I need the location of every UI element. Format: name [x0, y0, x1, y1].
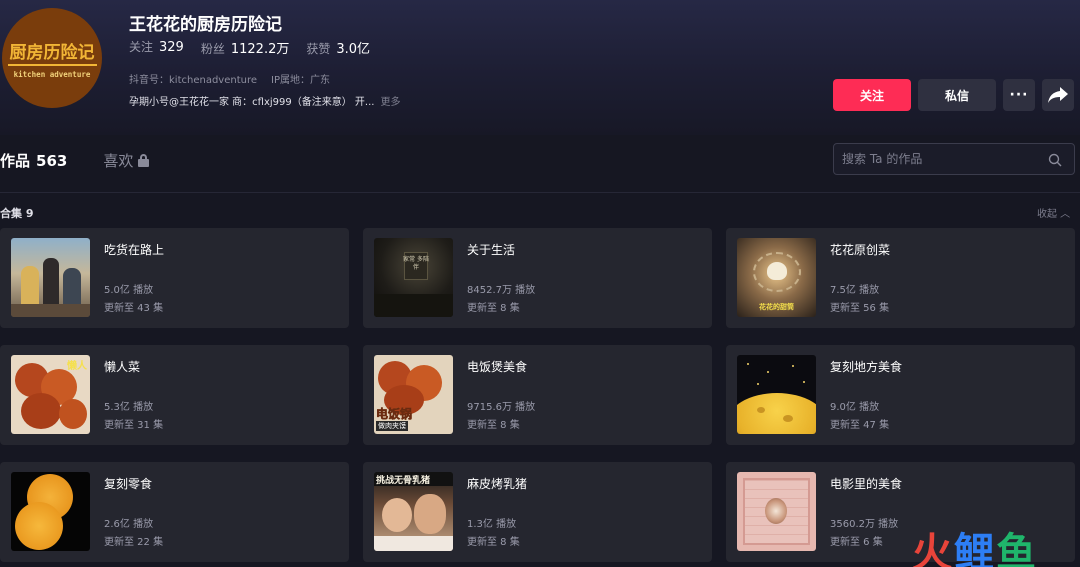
search-box[interactable] — [833, 143, 1075, 175]
profile-name: 王花花的厨房历险记 — [129, 15, 282, 35]
collapse-button[interactable]: 收起 ︿ — [1037, 205, 1070, 220]
tab-works-label: 作品 — [0, 152, 31, 170]
avatar[interactable]: 厨房历险记 kitchen adventure — [2, 8, 102, 108]
avatar-logo-subtext: kitchen adventure — [13, 69, 91, 79]
collection-episodes: 更新至 31 集 — [104, 420, 164, 431]
thumbnail-text: 做肉夹馍 — [376, 421, 408, 431]
stat-value: 1122.2万 — [230, 42, 290, 57]
stat-label: 粉丝 — [200, 42, 225, 56]
collections-header: 合集 9 — [0, 207, 34, 220]
collection-plays: 1.3亿 播放 — [467, 519, 517, 530]
collection-title: 电饭煲美食 — [467, 360, 528, 374]
collection-card[interactable]: 家常 多陪伴 关于生活 8452.7万 播放 更新至 8 集 — [363, 228, 712, 328]
collection-episodes: 更新至 22 集 — [104, 537, 164, 548]
collection-plays: 9715.6万 播放 — [467, 402, 536, 413]
watermark-char: 火 — [912, 530, 954, 567]
collapse-label: 收起 — [1037, 209, 1057, 220]
stat-label: 获赞 — [306, 42, 331, 56]
more-options-button[interactable]: ··· — [1003, 79, 1035, 111]
thumbnail-text: 挑战无骨乳猪 — [376, 476, 431, 486]
watermark-logo: 火鲤鱼 — [912, 520, 1038, 567]
stat-value: 3.0亿 — [336, 42, 371, 57]
watermark-char: 鲤 — [954, 530, 996, 567]
collection-card[interactable]: 复刻地方美食 9.0亿 播放 更新至 47 集 — [726, 345, 1075, 445]
collection-thumbnail: 家常 多陪伴 — [374, 238, 453, 317]
stat-label: 关注 — [129, 40, 154, 54]
douyin-id: 抖音号：kitchenadventure — [129, 75, 258, 86]
profile-stats: 关注 329 粉丝 1122.2万 获赞 3.0亿 — [129, 38, 387, 57]
profile-meta: 抖音号：kitchenadventure IP属地：广东 — [129, 71, 344, 86]
collection-card[interactable]: 复刻零食 2.6亿 播放 更新至 22 集 — [0, 462, 349, 562]
search-icon[interactable] — [1048, 153, 1062, 167]
collection-episodes: 更新至 8 集 — [467, 420, 520, 431]
thumbnail-text: 懒人 — [67, 361, 87, 372]
lock-icon — [138, 154, 150, 167]
collection-thumbnail — [11, 472, 90, 551]
thumbnail-text: 家常 多陪伴 — [403, 256, 429, 271]
chevron-up-icon: ︿ — [1057, 209, 1071, 220]
collections-grid: 吃货在路上 5.0亿 播放 更新至 43 集 家常 多陪伴 关于生活 8452.… — [0, 228, 1075, 562]
collection-episodes: 更新至 6 集 — [830, 537, 883, 548]
collection-title: 麻皮烤乳猪 — [467, 477, 528, 491]
bio-text: 孕期小号@王花花一家 商：cflxj999（备注来意） 开... — [129, 97, 375, 108]
collection-card[interactable]: 吃货在路上 5.0亿 播放 更新至 43 集 — [0, 228, 349, 328]
collection-thumbnail — [737, 472, 816, 551]
tab-likes[interactable]: 喜欢 — [103, 150, 150, 171]
stat-value: 329 — [159, 40, 184, 55]
collection-title: 复刻零食 — [104, 477, 153, 491]
profile-tabs: 作品 563 喜欢 — [0, 150, 150, 171]
collection-episodes: 更新至 43 集 — [104, 303, 164, 314]
ip-location: IP属地：广东 — [271, 75, 330, 86]
collection-plays: 9.0亿 播放 — [830, 402, 880, 413]
collection-plays: 5.3亿 播放 — [104, 402, 154, 413]
collection-title: 吃货在路上 — [104, 243, 165, 257]
collection-title: 花花原创菜 — [830, 243, 891, 257]
collection-episodes: 更新至 8 集 — [467, 303, 520, 314]
tab-likes-label: 喜欢 — [103, 152, 134, 170]
bio-more-link[interactable]: 更多 — [380, 97, 400, 108]
collection-thumbnail — [737, 355, 816, 434]
collection-card[interactable]: 花花的甜筒 花花原创菜 7.5亿 播放 更新至 56 集 — [726, 228, 1075, 328]
collection-card[interactable]: 懒人 懒人菜 5.3亿 播放 更新至 31 集 — [0, 345, 349, 445]
collection-plays: 7.5亿 播放 — [830, 285, 880, 296]
share-button[interactable] — [1042, 79, 1074, 111]
tab-works-count: 563 — [36, 152, 68, 170]
thumbnail-text: 电饭锅 — [376, 407, 413, 422]
collection-thumbnail — [11, 238, 90, 317]
collection-thumbnail: 懒人 — [11, 355, 90, 434]
avatar-logo-text: 厨房历险记 — [7, 38, 97, 66]
collection-episodes: 更新至 47 集 — [830, 420, 890, 431]
collection-title: 关于生活 — [467, 243, 516, 257]
collection-card[interactable]: 电饭锅 做肉夹馍 电饭煲美食 9715.6万 播放 更新至 8 集 — [363, 345, 712, 445]
search-input[interactable] — [842, 152, 1042, 166]
stat-followers[interactable]: 粉丝 1122.2万 — [201, 38, 290, 57]
collection-plays: 3560.2万 播放 — [830, 519, 899, 530]
collection-thumbnail: 花花的甜筒 — [737, 238, 816, 317]
watermark-char: 鱼 — [996, 530, 1038, 567]
collection-episodes: 更新至 56 集 — [830, 303, 890, 314]
collection-plays: 2.6亿 播放 — [104, 519, 154, 530]
collection-thumbnail: 挑战无骨乳猪 — [374, 472, 453, 551]
collection-card[interactable]: 挑战无骨乳猪 麻皮烤乳猪 1.3亿 播放 更新至 8 集 — [363, 462, 712, 562]
collection-title: 电影里的美食 — [830, 477, 903, 491]
collection-plays: 5.0亿 播放 — [104, 285, 154, 296]
stat-likes: 获赞 3.0亿 — [306, 38, 370, 57]
message-button[interactable]: 私信 — [918, 79, 996, 111]
collection-title: 复刻地方美食 — [830, 360, 903, 374]
collection-title: 懒人菜 — [104, 360, 141, 374]
profile-header: 厨房历险记 kitchen adventure 王花花的厨房历险记 关注 329 … — [0, 0, 1080, 135]
share-icon — [1048, 87, 1068, 103]
divider — [0, 192, 1080, 193]
stat-following[interactable]: 关注 329 — [129, 38, 184, 57]
thumbnail-text: 花花的甜筒 — [759, 303, 794, 311]
follow-button[interactable]: 关注 — [833, 79, 911, 111]
collection-plays: 8452.7万 播放 — [467, 285, 536, 296]
collection-thumbnail: 电饭锅 做肉夹馍 — [374, 355, 453, 434]
collection-episodes: 更新至 8 集 — [467, 537, 520, 548]
tab-works[interactable]: 作品 563 — [0, 150, 67, 171]
profile-bio: 孕期小号@王花花一家 商：cflxj999（备注来意） 开... 更多 — [129, 93, 400, 108]
